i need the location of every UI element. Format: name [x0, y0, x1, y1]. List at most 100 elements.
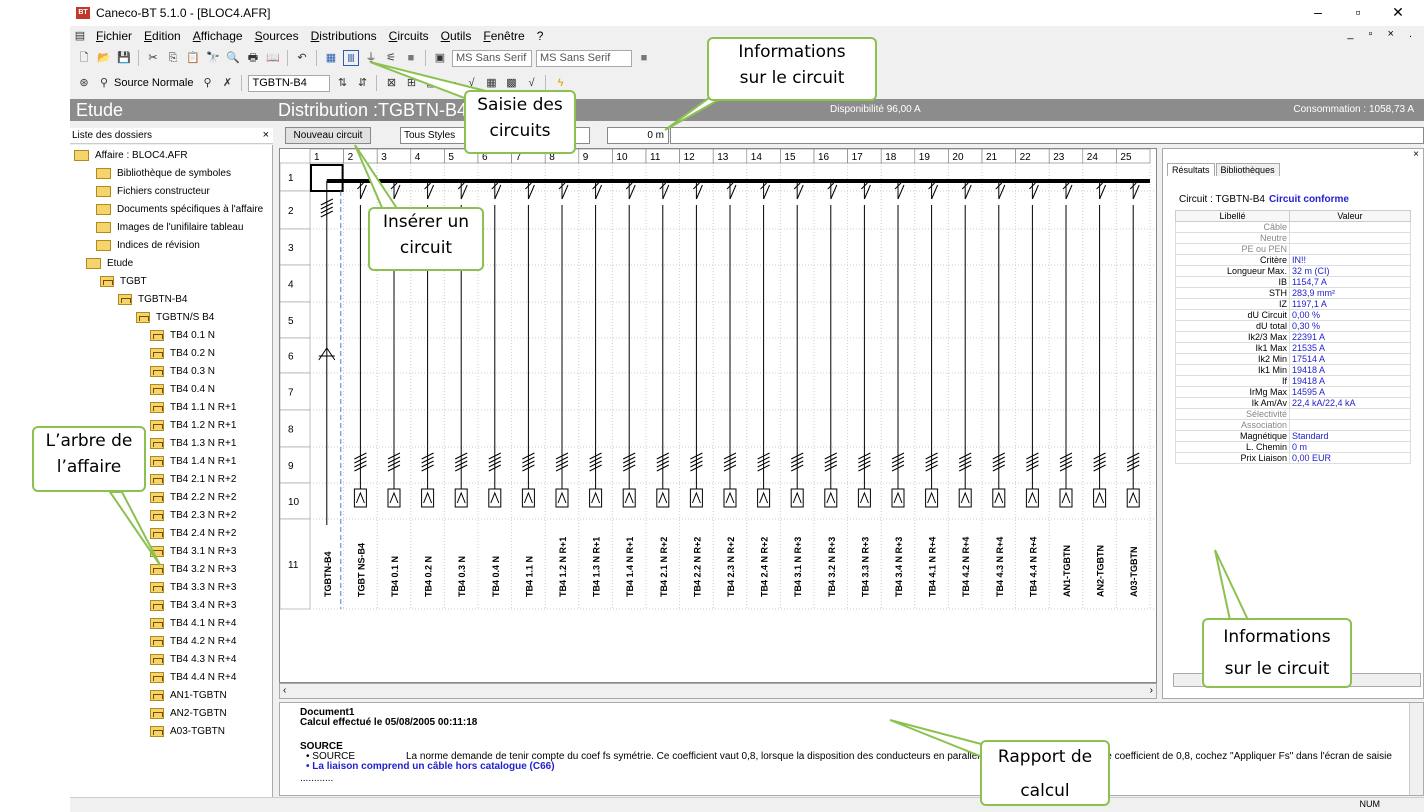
new-icon[interactable]: 🗋 [76, 50, 92, 66]
tree-item[interactable]: TB4 0.2 N [150, 344, 215, 362]
tree-item[interactable]: TB4 4.3 N R+4 [150, 650, 236, 668]
minimize-button[interactable]: – [1298, 2, 1338, 22]
menu-help[interactable]: ? [531, 29, 550, 43]
sort-icon[interactable]: ⇅ [334, 75, 350, 91]
result-row[interactable]: Câble [1175, 221, 1411, 233]
menu-affichage[interactable]: Affichage [187, 29, 249, 43]
open-icon[interactable]: 📂 [96, 50, 112, 66]
source-add-icon[interactable]: ⚲ [199, 75, 215, 91]
sqrt2-icon[interactable]: √ [523, 75, 539, 91]
lightning-icon[interactable]: ϟ [552, 75, 568, 91]
grid-horizontal-scrollbar[interactable]: ‹ › [279, 683, 1157, 699]
circuit-view-icon[interactable]: Ⅲ [343, 50, 359, 66]
tree-item[interactable]: TB4 4.4 N R+4 [150, 668, 236, 686]
copy-icon[interactable]: ⎘ [165, 50, 181, 66]
tree-item[interactable]: TB4 4.2 N R+4 [150, 632, 236, 650]
menu-fichier[interactable]: Fichier [90, 29, 138, 43]
tree-item[interactable]: TGBTN/S B4 [136, 308, 214, 326]
tree-item[interactable]: Images de l'unifilaire tableau [96, 218, 243, 236]
tree-item[interactable]: Bibliothèque de symboles [96, 164, 231, 182]
unifilar-icon[interactable]: ⏚ [363, 50, 379, 66]
tree-item[interactable]: TB4 4.1 N R+4 [150, 614, 236, 632]
menu-fenetre[interactable]: Fenêtre [477, 29, 530, 43]
result-row[interactable]: Sélectivité [1175, 408, 1411, 420]
layout-icon[interactable]: ⊠ [383, 75, 399, 91]
tree-item[interactable]: Etude [86, 254, 133, 272]
tree-item[interactable]: TB4 2.1 N R+2 [150, 470, 236, 488]
result-row[interactable]: Critère IN!! [1175, 254, 1411, 266]
font-combo[interactable]: MS Sans Serif [452, 49, 532, 67]
tree-item[interactable]: TB4 1.2 N R+1 [150, 416, 236, 434]
result-row[interactable]: IZ 1197,1 A [1175, 298, 1411, 310]
result-row[interactable]: dU total 0,30 % [1175, 320, 1411, 332]
tree-item[interactable]: TB4 2.4 N R+2 [150, 524, 236, 542]
tree-item[interactable]: TB4 3.2 N R+3 [150, 560, 236, 578]
save-icon[interactable]: 💾 [116, 50, 132, 66]
tree-item[interactable]: Affaire : BLOC4.AFR [74, 146, 188, 164]
result-row[interactable]: Neutre [1175, 232, 1411, 244]
close-button[interactable]: ✕ [1378, 2, 1418, 22]
fill-color-icon[interactable]: ■ [403, 50, 419, 66]
paste-icon[interactable]: 📋 [185, 50, 201, 66]
tree-item[interactable]: TB4 0.3 N [150, 362, 215, 380]
tree-item[interactable]: TB4 3.4 N R+3 [150, 596, 236, 614]
result-row[interactable]: If 19418 A [1175, 375, 1411, 387]
menu-outils[interactable]: Outils [435, 29, 478, 43]
result-row[interactable]: Ik1 Max 21535 A [1175, 342, 1411, 354]
result-row[interactable]: dU Circuit 0,00 % [1175, 309, 1411, 321]
distribution-combo[interactable]: TGBTN-B4 [248, 74, 331, 92]
undo-icon[interactable]: ↶ [294, 50, 310, 66]
cut-icon[interactable]: ✂ [145, 50, 161, 66]
result-row[interactable]: Prix Liaison 0,00 EUR [1175, 452, 1411, 464]
layout2-icon[interactable]: ⊞ [403, 75, 419, 91]
close-results-icon[interactable]: × [1413, 149, 1419, 160]
grid-view-icon[interactable]: ▦ [323, 50, 339, 66]
table-icon[interactable]: ▦ [483, 75, 499, 91]
tab-resultats[interactable]: Résultats [1167, 163, 1215, 176]
result-row[interactable]: IrMg Max 14595 A [1175, 386, 1411, 398]
menu-edition[interactable]: Edition [138, 29, 187, 43]
result-row[interactable]: Ik2 Min 17514 A [1175, 353, 1411, 365]
tree-item[interactable]: TGBT [100, 272, 147, 290]
source-normal-icon[interactable]: ⚲ [96, 75, 112, 91]
result-row[interactable]: Ik Am/Av 22,4 kA/22,4 kA [1175, 397, 1411, 409]
tree-item[interactable]: Indices de révision [96, 236, 200, 254]
tree-item[interactable]: TB4 0.1 N [150, 326, 215, 344]
book-icon[interactable]: 📖 [265, 50, 281, 66]
calc2-icon[interactable]: ⋯ [443, 75, 459, 91]
table2-icon[interactable]: ▩ [503, 75, 519, 91]
tree-item[interactable]: TB4 3.1 N R+3 [150, 542, 236, 560]
tree-item[interactable]: AN2-TGBTN [150, 704, 227, 722]
close-panel-icon[interactable]: × [263, 128, 269, 143]
result-row[interactable]: Magnétique Standard [1175, 430, 1411, 442]
tree-item[interactable]: Documents spécifiques à l'affaire [96, 200, 263, 218]
print-icon[interactable]: 🖶 [245, 50, 261, 66]
preview-icon[interactable]: 🔍 [225, 50, 241, 66]
tree-item[interactable]: TB4 1.1 N R+1 [150, 398, 236, 416]
result-row[interactable]: IB 1154,7 A [1175, 276, 1411, 288]
maximize-button[interactable]: ▫ [1338, 2, 1378, 22]
tree-item[interactable]: TB4 2.2 N R+2 [150, 488, 236, 506]
menu-distributions[interactable]: Distributions [305, 29, 383, 43]
font-combo-2[interactable]: MS Sans Serif [536, 49, 632, 67]
result-row[interactable]: Longueur Max. 32 m (CI) [1175, 265, 1411, 277]
document-icon[interactable]: ▤ [72, 28, 88, 44]
report-scrollbar[interactable] [1409, 703, 1423, 795]
circuit-info-field[interactable] [670, 127, 1424, 144]
source-normale-label[interactable]: Source Normale [114, 77, 193, 89]
tree-item[interactable]: TB4 0.4 N [150, 380, 215, 398]
result-row[interactable]: L. Chemin 0 m [1175, 441, 1411, 453]
menu-circuits[interactable]: Circuits [383, 29, 435, 43]
tab-bibliotheques[interactable]: Bibliothèques [1215, 163, 1280, 176]
schema-icon[interactable]: ⚟ [383, 50, 399, 66]
tree-item[interactable]: TB4 3.3 N R+3 [150, 578, 236, 596]
tree-item[interactable]: TB4 2.3 N R+2 [150, 506, 236, 524]
result-row[interactable]: Ik2/3 Max 22391 A [1175, 331, 1411, 343]
sqrt-icon[interactable]: √ [463, 75, 479, 91]
source-delete-icon[interactable]: ✗ [219, 75, 235, 91]
tree-item[interactable]: AN1-TGBTN [150, 686, 227, 704]
menu-sources[interactable]: Sources [249, 29, 305, 43]
tree-item[interactable]: A03-TGBTN [150, 722, 225, 740]
color-icon[interactable]: ■ [636, 50, 652, 66]
calc-icon[interactable]: ▤ [423, 75, 439, 91]
